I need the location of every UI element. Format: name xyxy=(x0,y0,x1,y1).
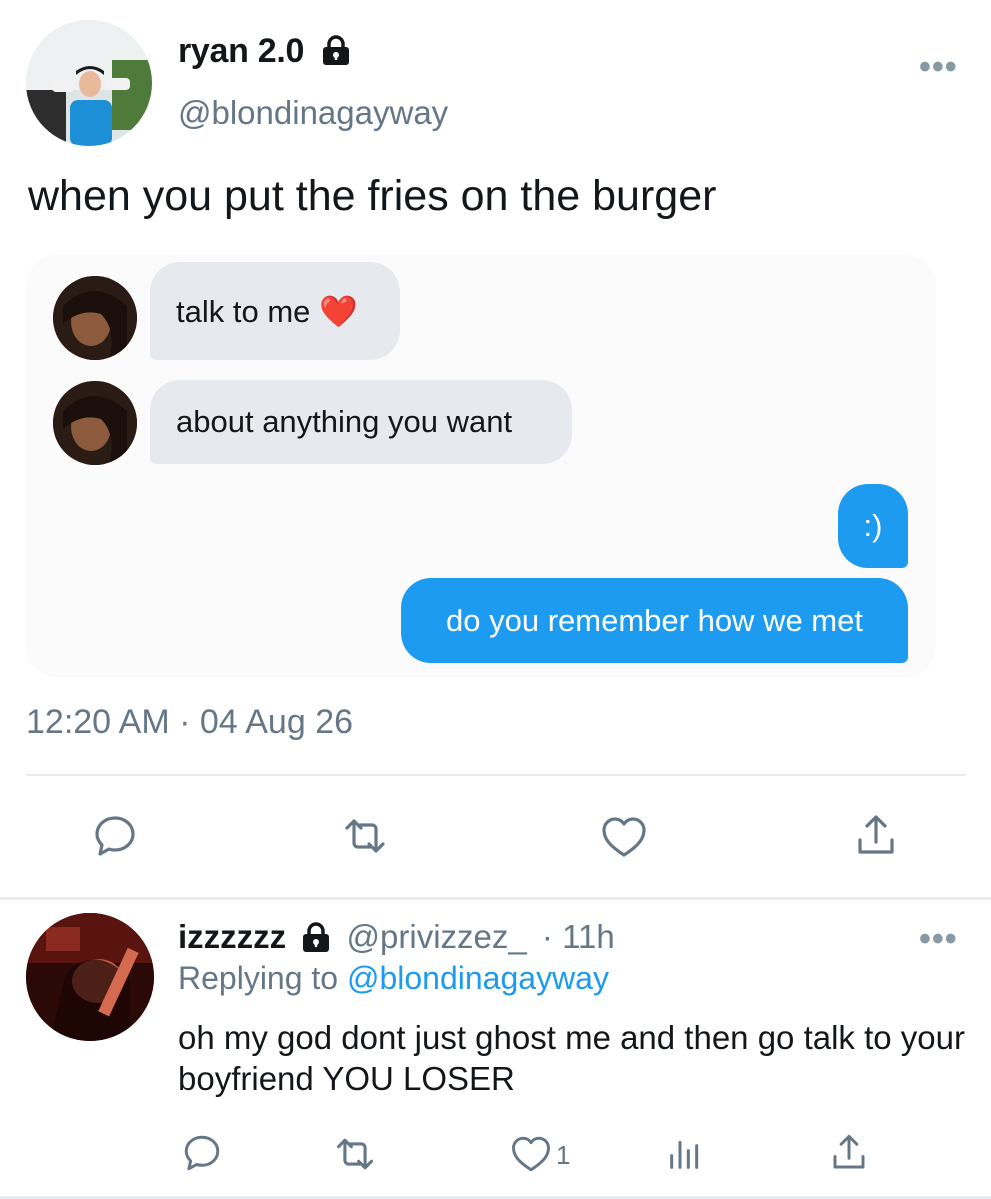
more-options-icon[interactable]: ••• xyxy=(919,48,958,87)
reply-author-avatar[interactable] xyxy=(26,913,154,1041)
analytics-icon[interactable] xyxy=(665,1134,705,1174)
lock-icon xyxy=(303,922,330,953)
replying-to-label: Replying to xyxy=(178,960,339,996)
like-icon[interactable] xyxy=(510,1133,552,1175)
chat-message-text: about anything you want xyxy=(176,404,513,439)
chat-message-text: do you remember how we met xyxy=(446,602,863,638)
divider xyxy=(0,897,991,900)
retweet-icon[interactable] xyxy=(341,812,389,860)
author-avatar[interactable] xyxy=(26,20,152,146)
reply-icon[interactable] xyxy=(181,1132,223,1174)
chat-avatar xyxy=(53,381,137,465)
retweet-icon[interactable] xyxy=(333,1132,377,1176)
chat-message-incoming: talk to me ❤️ xyxy=(150,262,400,360)
chat-message-text: talk to me ❤️ xyxy=(176,293,358,329)
lock-icon xyxy=(323,35,350,66)
tweet-timestamp[interactable]: 12:20 AM · 04 Aug 26 xyxy=(26,703,353,742)
replying-to-handle-link[interactable]: @blondinagayway xyxy=(347,960,609,996)
share-icon[interactable] xyxy=(852,812,900,860)
chat-message-incoming: about anything you want xyxy=(150,380,572,464)
chat-message-text: :) xyxy=(863,508,883,543)
share-icon[interactable] xyxy=(828,1132,870,1174)
like-icon[interactable] xyxy=(600,813,648,861)
author-handle[interactable]: @blondinagayway xyxy=(178,94,448,132)
reply-text: oh my god dont just ghost me and then go… xyxy=(178,1019,965,1097)
chat-message-outgoing: do you remember how we met xyxy=(401,578,908,663)
replying-to-line: Replying to @blondinagayway xyxy=(178,960,609,997)
reply-author-name[interactable]: izzzzzz xyxy=(178,918,286,955)
reply-author-handle[interactable]: @privizzez_ xyxy=(347,918,527,955)
reply-more-options-icon[interactable]: ••• xyxy=(919,920,958,959)
chat-avatar xyxy=(53,276,137,360)
reply-time: · 11h xyxy=(541,918,615,955)
tweet-text: when you put the fries on the burger xyxy=(28,172,717,220)
author-name[interactable]: ryan 2.0 xyxy=(178,32,351,71)
like-count: 1 xyxy=(556,1140,571,1170)
reply-icon[interactable] xyxy=(91,812,139,860)
reply-author-line[interactable]: izzzzzz @privizzez_ · 11h xyxy=(178,918,615,956)
divider xyxy=(26,774,966,776)
author-name-text[interactable]: ryan 2.0 xyxy=(178,32,304,70)
chat-message-outgoing: :) xyxy=(838,484,908,568)
